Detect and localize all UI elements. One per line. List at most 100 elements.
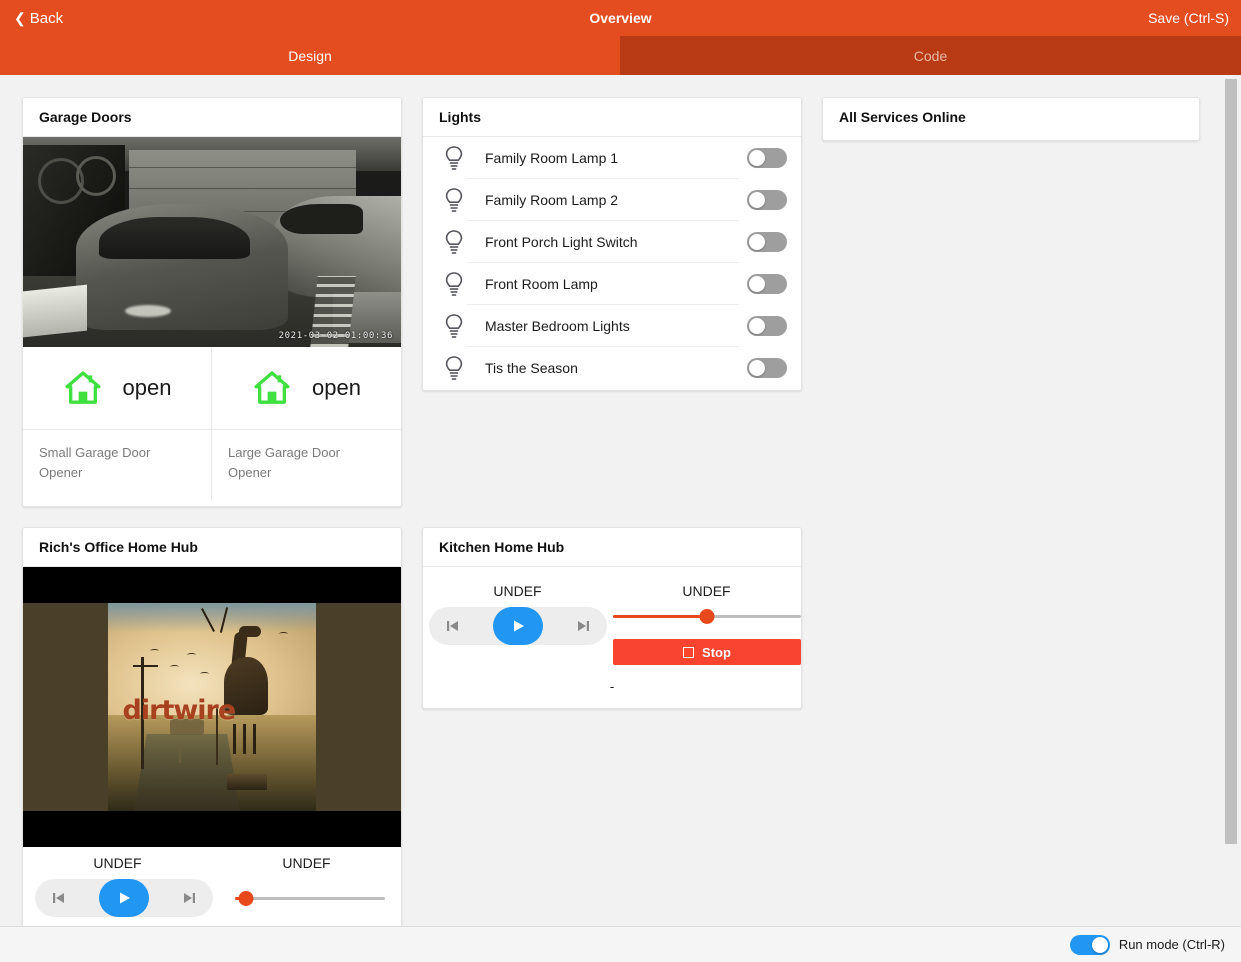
kitchen-volume-label: UNDEF <box>612 583 801 599</box>
garage-camera-image[interactable]: 2021-03-02 01:00:36 <box>23 137 401 347</box>
office-hub-labels: UNDEF UNDEF <box>23 847 401 871</box>
back-button[interactable]: ❮ Back <box>0 0 77 36</box>
lightbulb-icon <box>441 145 467 171</box>
save-button[interactable]: Save (Ctrl-S) <box>1136 0 1241 36</box>
tab-design[interactable]: Design <box>0 36 620 75</box>
lightbulb-icon <box>441 187 467 213</box>
slider-fill <box>613 615 707 618</box>
album-art-bird <box>150 649 159 653</box>
home-icon <box>63 368 103 408</box>
garage-door-small-label: Small Garage Door Opener <box>23 430 211 501</box>
camera-timestamp: 2021-03-02 01:00:36 <box>279 331 393 341</box>
back-button-label: Back <box>30 10 63 27</box>
garage-door-large-state[interactable]: open <box>212 347 401 430</box>
camera-car-right-window <box>280 204 363 233</box>
album-art-antlers <box>197 607 237 641</box>
kitchen-play-button[interactable] <box>493 607 543 645</box>
album-art-tower-leg <box>179 749 181 763</box>
garage-door-small-state-label: open <box>123 375 172 401</box>
album-art-pedestal <box>227 774 267 790</box>
kitchen-track-label: UNDEF <box>423 583 612 599</box>
light-toggle[interactable] <box>747 190 787 210</box>
light-toggle[interactable] <box>747 358 787 378</box>
skip-next-icon[interactable] <box>574 617 592 635</box>
kitchen-hub-body: UNDEF UNDEF <box>423 567 801 694</box>
light-toggle[interactable] <box>747 316 787 336</box>
card-office-home-hub: Rich's Office Home Hub <box>22 527 402 926</box>
title-bar: ❮ Back Overview Save (Ctrl-S) <box>0 0 1241 36</box>
toggle-knob <box>749 360 765 376</box>
office-volume-slider-zone <box>221 889 389 907</box>
play-icon <box>115 889 133 907</box>
album-art-deer-legs <box>233 724 259 754</box>
kitchen-transport-zone <box>423 607 613 645</box>
camera-car-left-windshield <box>99 217 250 259</box>
lightbulb-icon <box>441 355 467 381</box>
list-item: Tis the Season <box>423 347 801 389</box>
album-art-pole-crossbar <box>133 665 158 667</box>
office-volume-slider[interactable] <box>235 889 385 907</box>
garage-door-small-state[interactable]: open <box>23 347 211 430</box>
office-hub-controls <box>23 871 401 926</box>
camera-white-object <box>23 285 87 338</box>
widget-canvas: Garage Doors <box>0 75 1241 926</box>
vertical-scrollbar[interactable] <box>1225 79 1237 922</box>
light-toggle[interactable] <box>747 232 787 252</box>
light-toggle[interactable] <box>747 148 787 168</box>
list-item: Front Porch Light Switch <box>423 221 801 263</box>
skip-previous-icon[interactable] <box>50 889 68 907</box>
garage-door-status-row: open Small Garage Door Opener <box>23 347 401 501</box>
toggle-knob <box>749 192 765 208</box>
kitchen-status-text: - <box>423 665 801 694</box>
list-item: Family Room Lamp 1 <box>423 137 801 179</box>
toggle-knob <box>749 234 765 250</box>
slider-thumb[interactable] <box>238 891 253 906</box>
toggle-knob <box>749 276 765 292</box>
tab-code[interactable]: Code <box>620 36 1241 75</box>
light-label: Tis the Season <box>467 347 739 389</box>
lightbulb-icon <box>441 229 467 255</box>
kitchen-volume-zone: Stop <box>613 607 801 665</box>
list-item: Family Room Lamp 2 <box>423 179 801 221</box>
card-lights: Lights Family Room Lamp 1 <box>422 97 802 391</box>
kitchen-stop-button[interactable]: Stop <box>613 639 801 665</box>
application-window: ❮ Back Overview Save (Ctrl-S) Design Cod… <box>0 0 1241 962</box>
card-office-title: Rich's Office Home Hub <box>23 528 401 567</box>
album-art-bird <box>200 672 209 676</box>
tab-bar: Design Code <box>0 36 1241 75</box>
office-play-button[interactable] <box>99 879 149 917</box>
album-art-bird <box>279 632 288 636</box>
kitchen-volume-slider[interactable] <box>613 607 801 625</box>
light-label: Family Room Lamp 1 <box>467 137 739 179</box>
skip-previous-icon[interactable] <box>444 617 462 635</box>
album-art-title: dirtwire <box>123 695 236 726</box>
toggle-knob <box>749 150 765 166</box>
card-kitchen-title: Kitchen Home Hub <box>423 528 801 567</box>
design-canvas-area: Garage Doors <box>0 75 1241 926</box>
light-label: Front Porch Light Switch <box>467 221 739 263</box>
card-garage-title: Garage Doors <box>23 98 401 137</box>
office-transport-controls <box>35 879 213 917</box>
card-lights-title: Lights <box>423 98 801 137</box>
card-garage-doors: Garage Doors <box>22 97 402 507</box>
kitchen-hub-controls: Stop <box>423 599 801 665</box>
lightbulb-icon <box>441 313 467 339</box>
camera-car-left-headlight <box>125 305 171 317</box>
kitchen-hub-labels: UNDEF UNDEF <box>423 575 801 599</box>
list-item: Master Bedroom Lights <box>423 305 801 347</box>
garage-door-large-label: Large Garage Door Opener <box>212 430 401 501</box>
run-mode-toggle[interactable] <box>1070 935 1110 955</box>
stop-square-icon <box>683 647 694 658</box>
skip-next-icon[interactable] <box>180 889 198 907</box>
card-all-services-online: All Services Online <box>822 97 1200 141</box>
office-album-art-container: dirtwire <box>23 567 401 847</box>
slider-thumb[interactable] <box>700 609 715 624</box>
album-art-deer-head <box>239 626 261 637</box>
garage-door-cell-small: open Small Garage Door Opener <box>23 347 212 501</box>
office-volume-label: UNDEF <box>212 855 401 871</box>
light-label: Front Room Lamp <box>467 263 739 305</box>
scrollbar-thumb[interactable] <box>1225 79 1237 844</box>
light-toggle[interactable] <box>747 274 787 294</box>
lightbulb-icon <box>441 271 467 297</box>
card-services-title: All Services Online <box>823 98 1199 136</box>
